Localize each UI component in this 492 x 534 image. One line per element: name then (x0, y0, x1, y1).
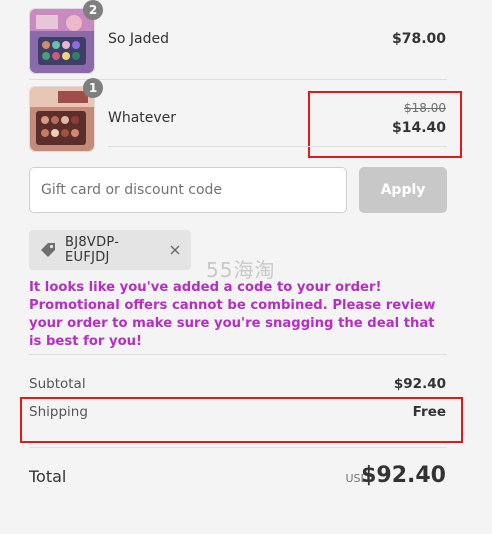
remove-code-close-icon[interactable] (169, 244, 181, 256)
summary-divider (29, 354, 447, 355)
item-price: $78.00 (391, 31, 446, 47)
product-thumbnail: 1 (29, 78, 103, 152)
discount-code-label: BJ8VDP-EUFJDJ (65, 235, 120, 265)
apply-button[interactable]: Apply (359, 167, 447, 213)
total-label: Total (29, 467, 67, 486)
applied-discount-tag: BJ8VDP-EUFJDJ (29, 230, 191, 270)
quantity-badge: 1 (83, 78, 103, 98)
tag-icon (39, 241, 57, 259)
total-divider (29, 447, 447, 448)
so-jaded-image (30, 9, 94, 73)
product-thumbnail: 2 (29, 0, 103, 74)
item-name: Whatever (108, 110, 177, 126)
promo-conflict-notice: It looks like you've added a code to you… (29, 280, 436, 349)
total-value: $92.40 (361, 463, 446, 488)
quantity-badge: 2 (83, 0, 103, 20)
subtotal-value: $92.40 (393, 376, 446, 392)
subtotal-label: Subtotal (29, 376, 86, 392)
item-name: So Jaded (108, 31, 169, 47)
whatever-image (30, 87, 94, 151)
shipping-highlight-box (20, 397, 463, 443)
item-divider (108, 146, 447, 147)
price-highlight-box (308, 91, 462, 158)
discount-code-input[interactable]: Gift card or discount code (29, 167, 347, 213)
